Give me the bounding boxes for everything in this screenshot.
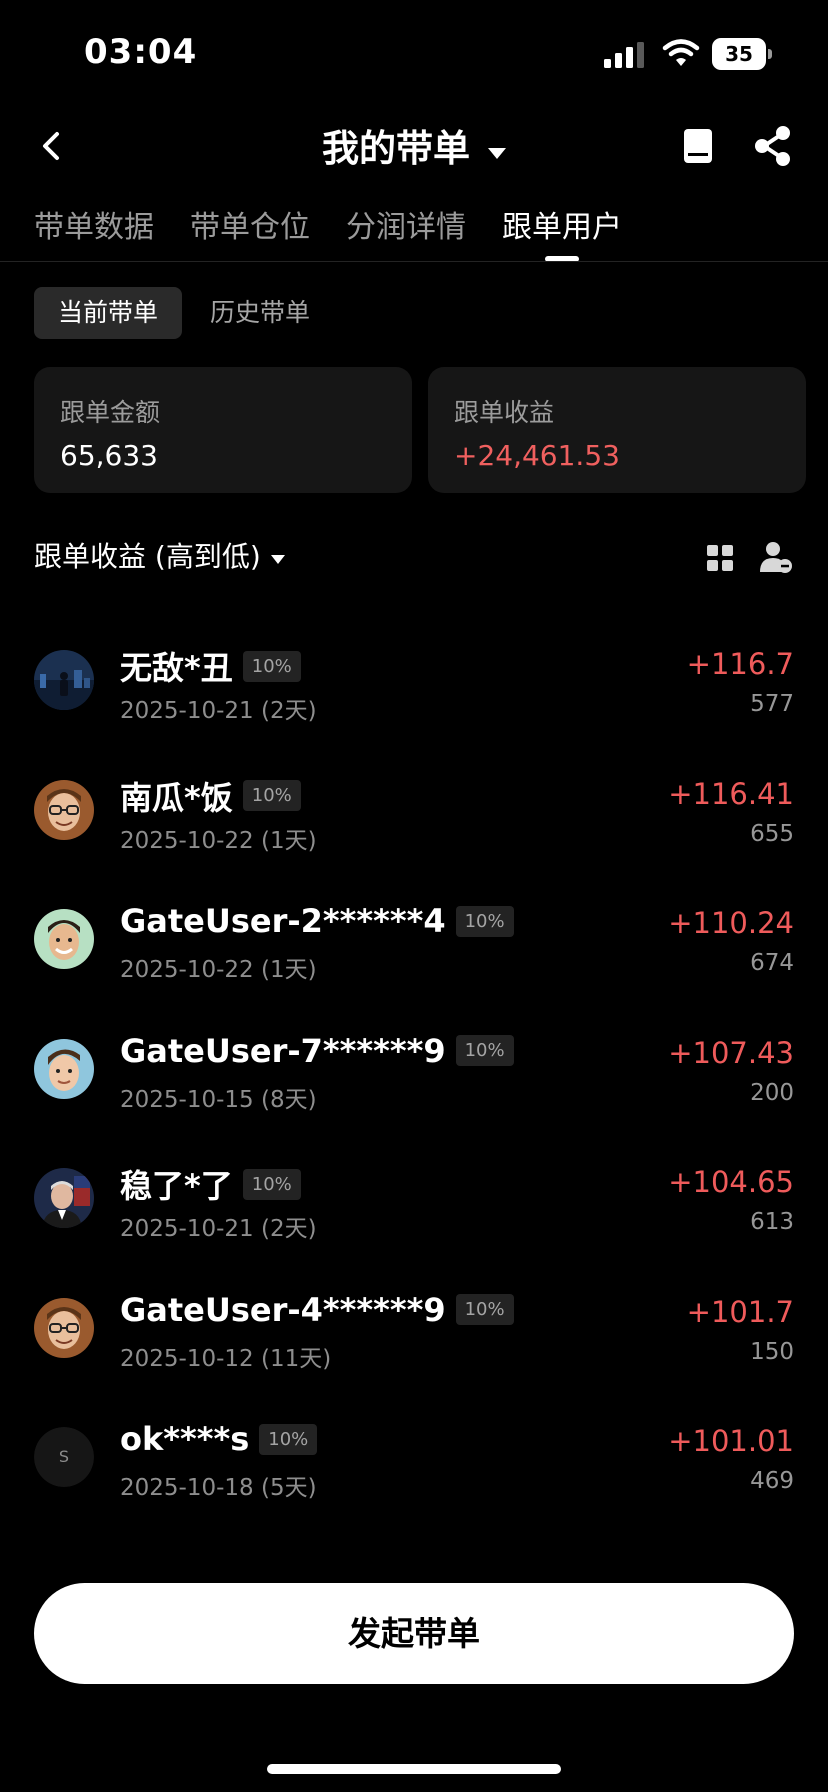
caret-down-icon (270, 555, 285, 564)
follow-date: 2025-10-22 (1天) (120, 827, 317, 854)
follower-row[interactable]: 南瓜*饭 10% 2025-10-22 (1天) +116.41 655 (34, 747, 794, 877)
follower-profit: +107.43 (668, 1035, 794, 1070)
follower-name: 南瓜*饭 (120, 778, 233, 817)
battery-level: 35 (712, 38, 766, 70)
follower-profit: +104.65 (668, 1165, 794, 1199)
ratio-badge: 10% (242, 780, 301, 811)
follower-profit: +101.01 (668, 1424, 794, 1458)
follower-name: ok****s (120, 1420, 250, 1458)
follow-date: 2025-10-12 (11天) (120, 1345, 332, 1372)
follow-date: 2025-10-21 (2天) (120, 1216, 317, 1242)
ratio-badge: 10% (242, 1168, 301, 1200)
tab-followers[interactable]: 跟单用户 (502, 200, 622, 262)
page-title: 我的带单 (322, 127, 470, 170)
user-remove-icon[interactable] (758, 539, 794, 575)
sort-row: 跟单收益 (高到低) (34, 535, 794, 579)
main-tabs: 带单数据 带单仓位 分润详情 跟单用户 (34, 200, 658, 262)
sort-label: 跟单收益 (高到低) (34, 540, 261, 573)
follow-date: 2025-10-15 (8天) (120, 1086, 317, 1113)
status-bar: 03:04 35 (0, 0, 828, 110)
follow-date: 2025-10-22 (1天) (120, 957, 317, 983)
follower-row[interactable]: 稳了*了 10% 2025-10-21 (2天) +104.65 613 (34, 1135, 794, 1265)
letter-avatar: S (34, 1427, 94, 1487)
follower-row[interactable]: GateUser-4******9 10% 2025-10-12 (11天) +… (34, 1265, 794, 1395)
battery-indicator: 35 (712, 38, 772, 70)
young-man-avatar (34, 1038, 94, 1099)
follower-profit: +101.7 (686, 1294, 794, 1329)
follower-amount: 655 (750, 820, 794, 847)
glasses-man-avatar (34, 1297, 94, 1358)
follower-row[interactable]: GateUser-2******4 10% 2025-10-22 (1天) +1… (34, 876, 794, 1006)
tab-profit-share[interactable]: 分润详情 (346, 200, 466, 260)
ratio-badge: 10% (455, 1035, 514, 1066)
follower-profit: +110.24 (668, 906, 794, 940)
start-copy-trading-button[interactable]: 发起带单 (34, 1583, 794, 1684)
sub-tabs: 当前带单 历史带单 (34, 287, 338, 339)
tab-positions[interactable]: 带单仓位 (190, 200, 310, 260)
follower-name: 稳了*了 (120, 1167, 233, 1205)
follow-profit-card: 跟单收益 +24,461.53 (428, 367, 806, 493)
follower-amount: 577 (750, 691, 794, 717)
ratio-badge: 10% (259, 1423, 318, 1455)
follower-amount: 674 (750, 950, 794, 976)
follower-profit: +116.7 (686, 647, 794, 681)
avatar-letter: S (34, 1427, 94, 1487)
follower-amount: 613 (750, 1209, 794, 1235)
caret-down-icon (488, 148, 506, 159)
follower-amount: 200 (750, 1079, 794, 1106)
follower-name: 无敌*丑 (120, 649, 233, 687)
ratio-badge: 10% (242, 650, 301, 682)
night-city-avatar (34, 650, 94, 710)
follower-name: GateUser-4******9 (120, 1290, 446, 1329)
smiling-man-avatar (34, 909, 94, 969)
follow-amount-card: 跟单金额 65,633 (34, 367, 412, 493)
summary-cards: 跟单金额 65,633 跟单收益 +24,461.53 (34, 367, 806, 493)
follower-profit: +116.41 (668, 776, 794, 811)
share-icon[interactable] (750, 122, 796, 170)
glasses-man-avatar (34, 779, 94, 840)
wifi-icon (662, 39, 700, 66)
status-time: 03:04 (84, 32, 198, 72)
ratio-badge: 10% (455, 905, 514, 937)
tab-follow-data[interactable]: 带单数据 (34, 200, 154, 260)
battery-cap (768, 49, 772, 59)
book-icon[interactable] (676, 122, 720, 170)
sub-tab-current[interactable]: 当前带单 (34, 287, 183, 339)
follower-amount: 150 (750, 1338, 794, 1365)
sub-tab-history[interactable]: 历史带单 (186, 287, 334, 339)
follower-row[interactable]: GateUser-7******9 10% 2025-10-15 (8天) +1… (34, 1006, 794, 1136)
sort-dropdown[interactable]: 跟单收益 (高到低) (34, 540, 285, 573)
follow-date: 2025-10-18 (5天) (120, 1475, 317, 1501)
speaker-avatar (34, 1168, 94, 1228)
follower-name: GateUser-7******9 (120, 1031, 446, 1070)
home-indicator (267, 1764, 561, 1774)
tabs-divider (0, 261, 828, 262)
follower-list: 无敌*丑 10% 2025-10-21 (2天) +116.7 577 南瓜*饭… (34, 617, 794, 1524)
follow-amount-value: 65,633 (60, 439, 158, 472)
follow-amount-label: 跟单金额 (60, 398, 161, 427)
follow-date: 2025-10-21 (2天) (120, 698, 317, 724)
follower-row[interactable]: 无敌*丑 10% 2025-10-21 (2天) +116.7 577 (34, 617, 794, 747)
tab-followers-label: 跟单用户 (502, 210, 622, 245)
follower-row[interactable]: S ok****s 10% 2025-10-18 (5天) +101.01 46… (34, 1394, 794, 1524)
follow-profit-label: 跟单收益 (454, 398, 555, 427)
follower-name: GateUser-2******4 (120, 902, 446, 940)
follower-amount: 469 (750, 1468, 794, 1494)
signal-icon (604, 42, 644, 68)
follow-profit-value: +24,461.53 (454, 439, 620, 472)
grid-view-icon[interactable] (704, 542, 736, 574)
ratio-badge: 10% (455, 1294, 514, 1325)
nav-bar: 我的带单 (0, 110, 828, 182)
